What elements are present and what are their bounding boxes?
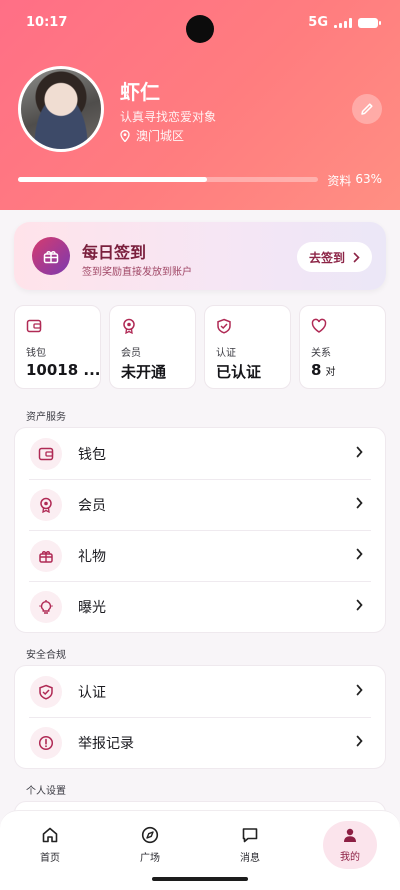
daily-checkin-card[interactable]: 每日签到 签到奖励直接发放到账户 去签到 <box>14 222 386 290</box>
user-bio: 认真寻找恋爱对象 <box>120 110 217 124</box>
message-icon <box>242 828 258 843</box>
network-type: 5G <box>308 15 328 30</box>
person-icon <box>344 828 356 842</box>
lightbulb-icon <box>30 590 62 623</box>
menu-label: 会员 <box>78 497 106 514</box>
chevron-right-icon <box>356 497 363 509</box>
section-title-safety: 安全合规 <box>26 650 66 661</box>
stat-wallet[interactable]: 钱包 10018 ... <box>14 305 101 389</box>
stat-label: 钱包 <box>26 348 46 359</box>
wallet-icon <box>26 319 42 333</box>
menu-label: 钱包 <box>78 446 106 463</box>
wallet-icon <box>30 437 62 470</box>
status-bar: 10:17 5G <box>0 0 400 44</box>
safety-menu: 认证 举报记录 <box>14 665 386 769</box>
stat-label: 关系 <box>311 348 331 359</box>
section-title-personal: 个人设置 <box>26 786 66 797</box>
stat-value: 8对 <box>311 361 335 379</box>
menu-label: 认证 <box>78 684 106 701</box>
profile-screen: 10:17 5G 虾仁 认真寻找恋爱对象 澳门城区 资料 63% 每日签到 签到… <box>0 0 400 890</box>
gift-box-icon <box>32 237 70 275</box>
stat-value-text: 8 <box>311 361 322 379</box>
stat-value: 未开通 <box>121 361 166 382</box>
stat-value: 10018 ... <box>26 361 101 379</box>
menu-label: 礼物 <box>78 548 106 565</box>
menu-item-member[interactable]: 会员 <box>15 479 385 530</box>
camera-cutout <box>186 15 214 43</box>
alert-icon <box>30 726 62 759</box>
nav-messages[interactable]: 消息 <box>220 821 280 869</box>
chevron-right-icon <box>356 548 363 560</box>
user-name: 虾仁 <box>120 80 160 104</box>
member-badge-icon <box>123 318 135 334</box>
stat-unit: 对 <box>325 367 336 378</box>
completion-label-text: 资料 <box>327 174 352 188</box>
compass-icon <box>141 826 159 844</box>
chevron-right-icon <box>356 735 363 747</box>
nav-label: 广场 <box>140 853 160 864</box>
stats-row: 钱包 10018 ... 会员 未开通 认证 已认证 关系 8对 <box>14 305 386 389</box>
signal-icon <box>334 17 352 28</box>
gift-icon <box>30 539 62 572</box>
stat-verification[interactable]: 认证 已认证 <box>204 305 291 389</box>
heart-icon <box>311 318 327 333</box>
location-text: 澳门城区 <box>136 129 185 143</box>
avatar[interactable] <box>18 66 104 152</box>
menu-item-gift[interactable]: 礼物 <box>15 530 385 581</box>
stat-value-text: 未开通 <box>121 363 167 381</box>
status-indicators: 5G <box>308 15 381 30</box>
checkin-title: 每日签到 <box>82 243 147 262</box>
menu-item-report-records[interactable]: 举报记录 <box>15 717 385 768</box>
profile-completion-label: 资料 63% <box>327 172 382 189</box>
stat-member[interactable]: 会员 未开通 <box>109 305 196 389</box>
assets-menu: 钱包 会员 礼物 曝光 <box>14 427 386 633</box>
profile-completion-fill <box>18 177 207 182</box>
menu-item-wallet[interactable]: 钱包 <box>15 428 385 479</box>
checkin-subtitle: 签到奖励直接发放到账户 <box>82 267 192 278</box>
section-title-assets: 资产服务 <box>26 412 66 423</box>
shield-check-icon <box>217 318 231 334</box>
status-time: 10:17 <box>26 15 68 30</box>
user-location: 澳门城区 <box>120 127 184 144</box>
member-badge-icon <box>30 488 62 521</box>
completion-percent: 63% <box>355 172 382 186</box>
home-indicator <box>152 877 248 881</box>
edit-profile-button[interactable] <box>352 94 382 124</box>
nav-label: 我的 <box>340 852 360 863</box>
profile-header: 10:17 5G 虾仁 认真寻找恋爱对象 澳门城区 资料 63% <box>0 0 400 210</box>
stat-value-text: 10018 ... <box>26 361 101 379</box>
nav-me[interactable]: 我的 <box>323 821 377 869</box>
menu-item-exposure[interactable]: 曝光 <box>15 581 385 632</box>
checkin-button[interactable]: 去签到 <box>296 242 372 272</box>
location-pin-icon <box>120 129 130 142</box>
chevron-right-icon <box>353 252 360 262</box>
chevron-right-icon <box>356 684 363 696</box>
chevron-right-icon <box>356 599 363 611</box>
nav-plaza[interactable]: 广场 <box>120 821 180 869</box>
battery-icon <box>358 17 381 28</box>
stat-label: 认证 <box>216 348 236 359</box>
stat-value: 已认证 <box>216 361 261 382</box>
stat-label: 会员 <box>121 348 141 359</box>
nav-home[interactable]: 首页 <box>20 821 80 869</box>
menu-item-verification[interactable]: 认证 <box>15 666 385 717</box>
menu-label: 曝光 <box>78 599 106 616</box>
stat-relations[interactable]: 关系 8对 <box>299 305 386 389</box>
shield-check-icon <box>30 675 62 708</box>
profile-completion-bar <box>18 177 318 182</box>
nav-label: 消息 <box>240 853 260 864</box>
menu-label: 举报记录 <box>78 735 134 752</box>
home-icon <box>42 827 58 843</box>
nav-label: 首页 <box>40 853 60 864</box>
pencil-icon <box>361 103 373 115</box>
checkin-button-label: 去签到 <box>308 250 345 265</box>
chevron-right-icon <box>356 446 363 458</box>
stat-value-text: 已认证 <box>216 363 262 381</box>
